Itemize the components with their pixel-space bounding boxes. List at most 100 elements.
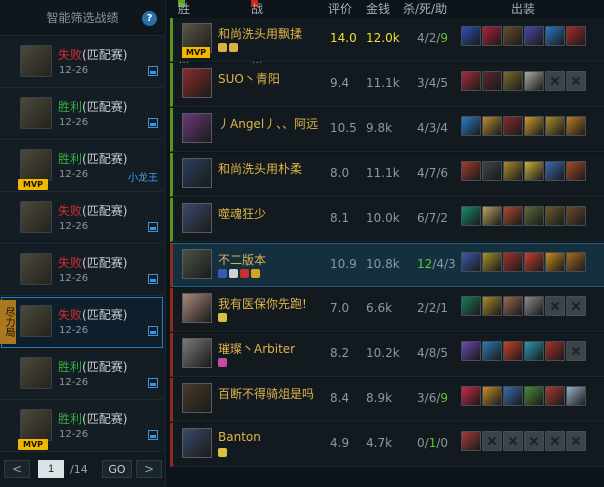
player-row[interactable]: 百断不得骑俎是吗 8.4 8.9k 3/6/9 [170,378,604,422]
item-icon[interactable] [461,161,481,181]
player-name[interactable]: 璀璨丶Arbiter [218,340,295,357]
match-date: 12-26 [59,325,89,336]
champion-avatar[interactable] [182,428,212,458]
item-icon[interactable] [566,161,586,181]
player-gold: 4.7k [366,436,393,450]
item-icon[interactable] [524,341,544,361]
item-icon[interactable] [545,386,565,406]
player-name[interactable]: 我有医保你先跑! [218,295,307,312]
player-score: 8.2 [330,346,350,360]
match-item[interactable]: 失败(匹配赛) 12-26 [0,193,166,245]
player-name[interactable]: 丿Angel丿、、阿远 [218,115,318,132]
player-row[interactable]: 不二版本 10.9 10.8k 12/4/3 [170,243,604,287]
champion-avatar[interactable] [182,293,212,323]
champion-avatar[interactable] [182,158,212,188]
item-icon[interactable] [482,71,502,91]
item-icon[interactable] [524,161,544,181]
item-icon[interactable] [524,116,544,136]
item-icon[interactable] [566,252,586,272]
item-icon[interactable] [566,26,586,46]
item-icon[interactable] [482,161,502,181]
help-icon[interactable]: ? [142,11,157,26]
player-name[interactable]: 和尚洗头用飘揉 [218,25,302,42]
item-icon[interactable] [524,296,544,316]
player-row[interactable]: 噬魂狂少 8.1 10.0k 6/7/2 [170,198,604,242]
item-icon[interactable] [524,26,544,46]
player-name[interactable]: 噬魂狂少 [218,205,266,222]
achievement-icon [218,313,227,322]
item-icon[interactable] [566,116,586,136]
item-icon[interactable] [482,386,502,406]
item-icon[interactable] [503,71,523,91]
champion-avatar[interactable] [182,203,212,233]
player-name[interactable]: 不二版本 [218,251,266,268]
item-icon[interactable] [566,206,586,226]
champion-avatar[interactable] [182,383,212,413]
champion-avatar[interactable] [182,113,212,143]
item-icon[interactable] [503,161,523,181]
item-icon[interactable] [524,252,544,272]
page-number-input[interactable] [38,460,64,478]
item-icon[interactable] [461,116,481,136]
item-icon[interactable] [461,431,481,451]
item-icon[interactable] [461,296,481,316]
item-icon[interactable] [461,26,481,46]
item-icon[interactable] [524,386,544,406]
next-page-button[interactable]: > [136,460,162,478]
item-icon[interactable] [545,252,565,272]
item-icon[interactable] [524,71,544,91]
item-icon[interactable] [482,116,502,136]
player-name[interactable]: 百断不得骑俎是吗 [218,385,314,402]
player-row[interactable]: Banton 4.9 4.7k 0/1/0 [170,423,604,467]
item-icon[interactable] [482,206,502,226]
item-icon[interactable] [524,206,544,226]
kda-value: 9 [440,391,449,405]
item-icon[interactable] [461,386,481,406]
player-name[interactable]: SUO丶青阳 [218,70,280,87]
item-icon[interactable] [482,341,502,361]
prev-page-button[interactable]: < [4,460,30,478]
achievement-icon [218,43,227,52]
item-icon[interactable] [503,252,523,272]
item-icon[interactable] [545,206,565,226]
match-item[interactable]: 胜利(匹配赛) 12-26 [0,349,166,401]
match-item[interactable]: MVP 胜利(匹配赛) 12-26 [0,401,166,453]
match-item[interactable]: 失败(匹配赛) 12-26 [0,245,166,297]
item-icon[interactable] [545,341,565,361]
player-name[interactable]: 和尚洗头用朴柔 [218,160,302,177]
go-button[interactable]: GO [102,460,132,478]
champion-avatar[interactable] [182,68,212,98]
item-icon[interactable] [503,116,523,136]
item-icon[interactable] [503,296,523,316]
player-row[interactable]: 丿Angel丿、、阿远 10.5 9.8k 4/3/4 [170,108,604,152]
item-icon[interactable] [503,386,523,406]
champion-avatar[interactable] [182,338,212,368]
match-item[interactable]: 胜利(匹配赛) 12-26 [0,89,166,141]
player-row[interactable]: 和尚洗头用朴柔 8.0 11.1k 4/7/6 [170,153,604,197]
item-icon[interactable] [461,71,481,91]
player-name[interactable]: Banton [218,430,261,444]
kda-value: 2 [428,31,437,45]
match-item[interactable]: MVP 胜利(匹配赛) 12-26 小龙王 [0,141,166,193]
player-gold: 6.6k [366,301,393,315]
player-row[interactable]: 璀璨丶Arbiter 8.2 10.2k 4/8/5 [170,333,604,377]
player-row[interactable]: 我有医保你先跑! 7.0 6.6k 2/2/1 [170,288,604,332]
item-icon[interactable] [461,252,481,272]
item-icon[interactable] [482,26,502,46]
match-item[interactable]: 失败(匹配赛) 12-26 [0,37,166,89]
item-icon[interactable] [461,206,481,226]
item-icon[interactable] [545,161,565,181]
player-row[interactable]: SUO丶青阳 9.4 11.1k 3/4/5 [170,63,604,107]
item-icon[interactable] [545,26,565,46]
item-icon[interactable] [461,341,481,361]
item-icon[interactable] [545,116,565,136]
player-row[interactable]: MVP 和尚洗头用飘揉 14.0 12.0k 4/2/9 [170,18,604,62]
item-icon[interactable] [566,386,586,406]
item-icon[interactable] [503,206,523,226]
match-item[interactable]: 尽力局 失败(匹配赛) 12-26 [0,297,166,349]
item-icon[interactable] [503,341,523,361]
item-icon[interactable] [482,252,502,272]
item-icon[interactable] [503,26,523,46]
item-icon[interactable] [482,296,502,316]
champion-avatar[interactable] [182,249,212,279]
